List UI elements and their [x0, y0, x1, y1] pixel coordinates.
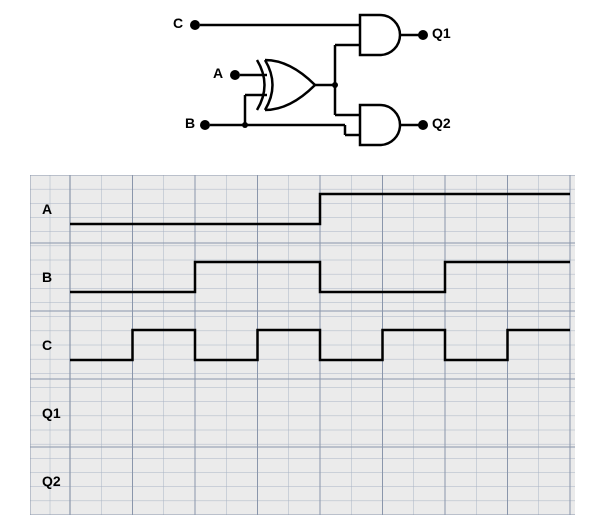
label-a: A: [213, 65, 223, 81]
waveform-a: [70, 194, 570, 224]
label-c: C: [173, 15, 183, 31]
label-q1: Q1: [432, 25, 451, 41]
xor-gate: [257, 60, 315, 110]
input-b-terminal: [200, 120, 210, 130]
circuit-schematic: C A B Q1 Q2: [175, 5, 455, 165]
signal-label-q2: Q2: [42, 473, 61, 489]
signal-label-c: C: [42, 337, 52, 353]
diagram-container: C A B Q1 Q2 A B C Q1 Q2: [0, 0, 603, 522]
output-q2-terminal: [418, 120, 428, 130]
output-q1-terminal: [418, 30, 428, 40]
signal-label-b: B: [42, 269, 52, 285]
signal-label-q1: Q1: [42, 405, 61, 421]
label-b: B: [185, 115, 195, 131]
input-c-terminal: [190, 20, 200, 30]
input-a-terminal: [230, 70, 240, 80]
waveform-b: [70, 262, 570, 292]
and-gate-bottom: [360, 105, 400, 145]
and-gate-top: [360, 15, 400, 55]
signal-label-a: A: [42, 201, 52, 217]
label-q2: Q2: [432, 115, 451, 131]
timing-diagram: A B C Q1 Q2: [30, 175, 575, 515]
